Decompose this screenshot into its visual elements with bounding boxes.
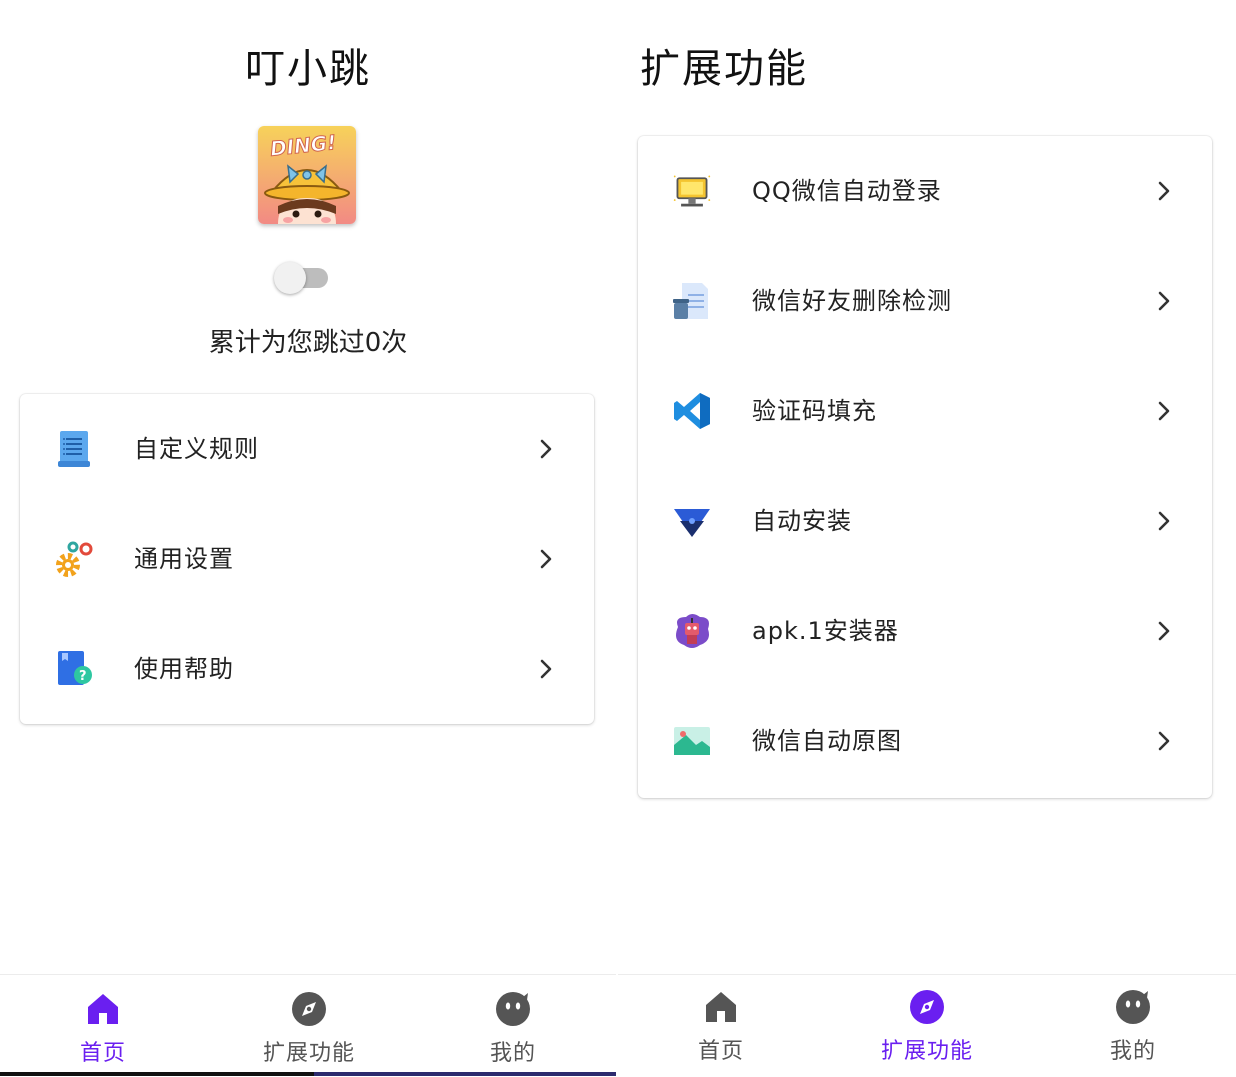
- chevron-right-icon: [1152, 509, 1176, 533]
- bottom-nav: 首页 扩展功能 我的: [618, 974, 1236, 1077]
- skip-count-text: 累计为您跳过0次: [208, 328, 408, 358]
- toggle-knob: [274, 262, 306, 294]
- menu-item-help[interactable]: ? 使用帮助: [20, 614, 594, 724]
- monitor-icon: [672, 171, 712, 211]
- compass-icon: [909, 989, 945, 1025]
- chevron-right-icon: [534, 547, 558, 571]
- home-screen: 叮小跳 DING! 累计为您跳过0次 自定义规则 通用设置 ? 使用帮助 首页 …: [0, 0, 616, 1077]
- extensions-card: QQ微信自动登录 微信好友删除检测 验证码填充 自动安装 apk.1安装器 微信…: [638, 136, 1212, 798]
- extensions-screen: 扩展功能 QQ微信自动登录 微信好友删除检测 验证码填充 自动安装 apk.1安…: [618, 0, 1236, 1077]
- ext-item-label: QQ微信自动登录: [752, 177, 942, 205]
- menu-card: 自定义规则 通用设置 ? 使用帮助: [20, 394, 594, 724]
- svg-text:?: ?: [79, 669, 87, 684]
- ext-item-label: 自动安装: [752, 507, 852, 535]
- bottom-nav: 首页 扩展功能 我的: [0, 974, 616, 1077]
- compass-icon: [291, 991, 327, 1027]
- chevron-right-icon: [534, 437, 558, 461]
- nav-label: 扩展功能: [880, 1039, 973, 1064]
- chevron-right-icon: [534, 657, 558, 681]
- nav-mine[interactable]: 我的: [1030, 975, 1236, 1071]
- trash-document-icon: [672, 281, 712, 321]
- ext-item-label: apk.1安装器: [752, 617, 899, 645]
- nav-mine[interactable]: 我的: [410, 975, 616, 1071]
- nav-home[interactable]: 首页: [618, 975, 824, 1071]
- robot-icon: [672, 611, 712, 651]
- nav-extensions[interactable]: 扩展功能: [824, 975, 1030, 1071]
- nav-label: 首页: [697, 1039, 744, 1064]
- app-title: 叮小跳: [245, 46, 371, 92]
- chevron-right-icon: [1152, 729, 1176, 753]
- chevron-right-icon: [1152, 179, 1176, 203]
- chevron-right-icon: [1152, 399, 1176, 423]
- chevron-right-icon: [1152, 289, 1176, 313]
- menu-item-label: 自定义规则: [134, 435, 259, 463]
- nav-label: 我的: [1109, 1039, 1156, 1064]
- menu-item-custom-rules[interactable]: 自定义规则: [20, 394, 594, 504]
- nav-label: 扩展功能: [262, 1041, 355, 1066]
- page-title: 扩展功能: [640, 46, 808, 92]
- image-icon: [672, 721, 712, 761]
- chevron-right-icon: [1152, 619, 1176, 643]
- help-book-icon: ?: [54, 649, 94, 689]
- nav-label: 首页: [79, 1041, 126, 1066]
- home-icon: [85, 991, 121, 1027]
- ext-item-label: 微信自动原图: [752, 727, 902, 755]
- menu-item-label: 使用帮助: [134, 655, 234, 683]
- ext-item-captcha-fill[interactable]: 验证码填充: [638, 356, 1212, 466]
- ext-item-auto-login[interactable]: QQ微信自动登录: [638, 136, 1212, 246]
- ext-item-apk-installer[interactable]: apk.1安装器: [638, 576, 1212, 686]
- menu-item-label: 通用设置: [134, 545, 234, 573]
- nav-extensions[interactable]: 扩展功能: [206, 975, 412, 1071]
- ext-item-friend-delete-check[interactable]: 微信好友删除检测: [638, 246, 1212, 356]
- nav-label: 我的: [489, 1041, 536, 1066]
- ext-item-wechat-original-image[interactable]: 微信自动原图: [638, 686, 1212, 796]
- gears-icon: [54, 539, 94, 579]
- ext-item-label: 微信好友删除检测: [752, 287, 952, 315]
- vscode-icon: [672, 391, 712, 431]
- triangle-install-icon: [672, 501, 712, 541]
- skip-toggle-switch[interactable]: [274, 262, 330, 294]
- ext-item-auto-install[interactable]: 自动安装: [638, 466, 1212, 576]
- menu-item-general-settings[interactable]: 通用设置: [20, 504, 594, 614]
- system-bar-accent: [314, 1072, 616, 1076]
- face-icon: [495, 991, 531, 1027]
- face-icon: [1115, 989, 1151, 1025]
- document-list-icon: [54, 429, 94, 469]
- home-icon: [703, 989, 739, 1025]
- app-avatar: DING!: [258, 126, 356, 224]
- system-bar-dark: [0, 1072, 314, 1076]
- ext-item-label: 验证码填充: [752, 397, 877, 425]
- nav-home[interactable]: 首页: [0, 975, 206, 1071]
